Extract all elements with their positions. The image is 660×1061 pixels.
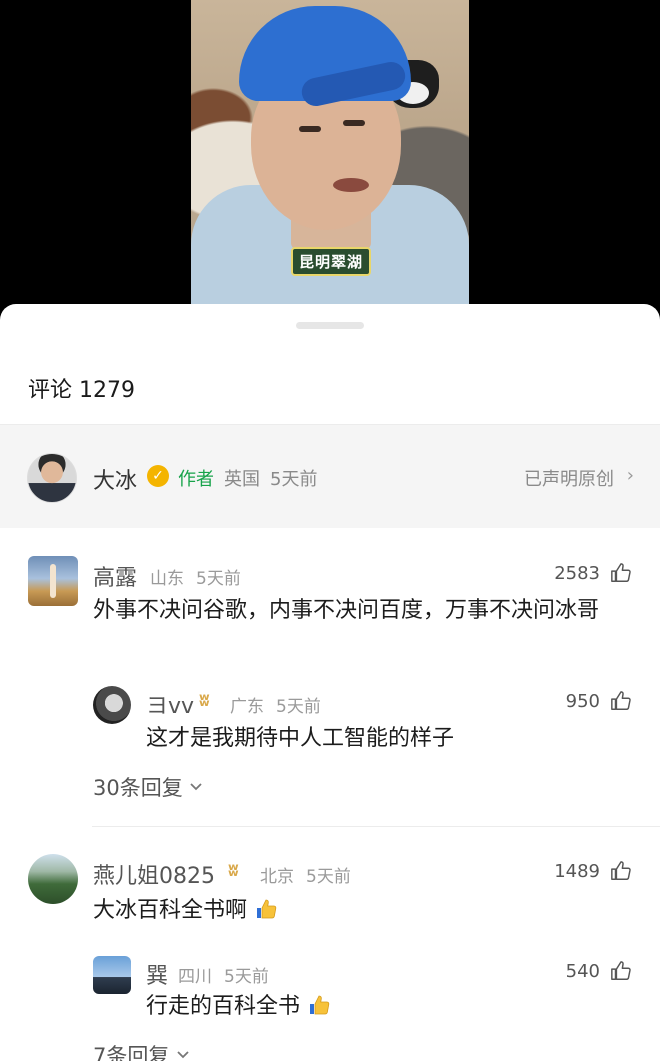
mouth (333, 178, 369, 192)
comment-location: 山东 (150, 569, 184, 589)
vip-badge-icon: ʬ (228, 860, 239, 881)
chevron-down-icon (177, 1051, 189, 1059)
chevron-right-icon[interactable]: › (627, 465, 634, 486)
more-replies-label: 7条回复 (93, 1044, 170, 1061)
comment-username[interactable]: 燕儿姐0825 (93, 858, 215, 890)
thumbs-up-icon[interactable] (610, 690, 632, 712)
drag-handle[interactable] (296, 322, 364, 329)
comment-text-content: 大冰百科全书啊 (93, 898, 248, 923)
thumbs-up-emoji-icon (310, 995, 330, 1015)
commenter-avatar[interactable] (28, 854, 78, 904)
commenter-avatar[interactable] (28, 556, 78, 606)
comment-username[interactable]: 高露 (93, 560, 137, 592)
thumbs-up-icon[interactable] (610, 562, 632, 584)
comment-time: 5天前 (306, 867, 351, 887)
vip-badge-icon: ʬ (199, 690, 210, 711)
comment-location: 北京 (260, 867, 294, 887)
more-replies-link[interactable]: 7条回复 (93, 1040, 190, 1061)
reply-username[interactable]: 巽 (146, 958, 168, 990)
author-tag: 作者 (178, 469, 214, 490)
author-location: 英国 (224, 469, 260, 490)
comments-title: 评论 1279 (28, 378, 135, 403)
reply-username[interactable]: ヨvv (146, 688, 194, 720)
original-declared-label[interactable]: 已声明原创 (524, 465, 614, 491)
eye-left (299, 126, 321, 132)
author-time: 5天前 (270, 469, 318, 490)
eye-right (343, 120, 365, 126)
reply-text-content: 行走的百科全书 (146, 994, 301, 1019)
thumbs-up-icon[interactable] (610, 860, 632, 882)
author-name[interactable]: 大冰 (93, 463, 137, 495)
comment-divider (92, 826, 660, 827)
reply-text: 行走的百科全书 (146, 990, 331, 1024)
reply-avatar[interactable] (93, 686, 131, 724)
more-replies-label: 30条回复 (93, 776, 183, 800)
reply-location: 广东 (230, 697, 264, 717)
thumbs-up-icon[interactable] (610, 960, 632, 982)
like-count: 2583 (554, 563, 600, 584)
author-bar[interactable]: 大冰 ✓ 作者 英国 5天前 已声明原创 › (0, 424, 660, 528)
reply-like-count: 950 (565, 691, 600, 712)
reply-time: 5天前 (224, 967, 269, 987)
reply-avatar[interactable] (93, 956, 131, 994)
comment-sheet: 评论 1279 大冰 ✓ 作者 英国 5天前 已声明原创 › 高露 山东 5天前… (0, 304, 660, 1061)
more-replies-link[interactable]: 30条回复 (93, 772, 203, 802)
comment-time: 5天前 (196, 569, 241, 589)
comment-text: 外事不决问谷歌，内事不决问百度，万事不决问冰哥 (93, 598, 600, 623)
reply-location: 四川 (178, 967, 212, 987)
author-avatar[interactable] (27, 453, 77, 503)
reply-like-count: 540 (565, 961, 600, 982)
thumbs-up-emoji-icon (257, 899, 277, 919)
video-frame: 昆明翠湖 (191, 0, 469, 310)
like-count: 1489 (554, 861, 600, 882)
video-player[interactable]: 昆明翠湖 (0, 0, 660, 310)
reply-time: 5天前 (276, 697, 321, 717)
video-caption: 昆明翠湖 (291, 247, 372, 276)
chevron-down-icon (190, 783, 203, 791)
verified-icon: ✓ (147, 465, 169, 487)
reply-text: 这才是我期待中人工智能的样子 (146, 726, 455, 751)
comment-text: 大冰百科全书啊 (93, 894, 278, 928)
